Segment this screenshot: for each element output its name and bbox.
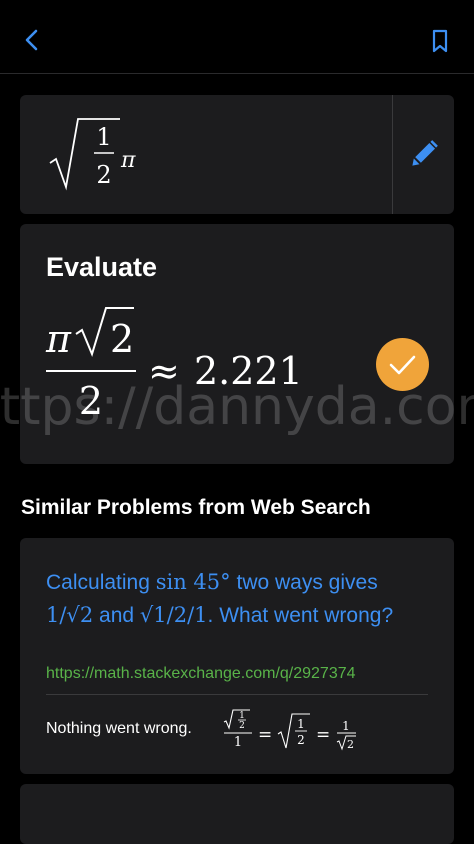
bookmark-icon[interactable] (428, 28, 452, 54)
result-url[interactable]: https://math.stackexchange.com/q/2927374 (46, 665, 356, 683)
web-result-card[interactable] (20, 784, 454, 844)
svg-text:=: = (316, 725, 330, 745)
svg-text:2: 2 (297, 733, 305, 747)
top-bar (0, 0, 474, 74)
evaluate-result-card: Evaluate π 2 2 ≈ 2.221 (20, 224, 454, 464)
input-expression[interactable]: 1 2 π (20, 95, 392, 214)
title-text: two ways gives (230, 571, 378, 594)
title-text: and (93, 604, 140, 627)
result-link-title[interactable]: Calculating sin 45° two ways gives 1/√2 … (46, 566, 426, 632)
svg-text:1: 1 (342, 719, 350, 733)
svg-text:=: = (258, 725, 272, 745)
result-radicand: 2 (110, 317, 134, 361)
title-math-root-fraction: √1/2/1 (139, 603, 208, 627)
svg-text:1: 1 (297, 717, 305, 731)
title-math-sin: sin 45° (155, 570, 231, 594)
edit-button[interactable] (393, 95, 454, 214)
result-expression: π 2 2 ≈ 2.221 (45, 307, 303, 423)
web-result-card[interactable]: Calculating sin 45° two ways gives 1/√2 … (20, 538, 454, 774)
title-math-inverse-root: 1/√2 (46, 603, 94, 627)
chevron-left-icon[interactable] (18, 26, 46, 54)
svg-text:2: 2 (347, 738, 354, 751)
snippet-divider (46, 694, 428, 695)
title-text: Calculating (46, 571, 156, 594)
checkmark-icon (389, 355, 416, 375)
result-pi: π (45, 317, 72, 361)
pencil-icon (412, 140, 438, 166)
expression-input-card[interactable]: 1 2 π (20, 95, 454, 214)
result-title: Evaluate (46, 252, 158, 282)
input-fraction-denominator: 2 (96, 161, 111, 189)
input-fraction-numerator: 1 (96, 123, 111, 151)
snippet-text: Nothing went wrong. (46, 720, 192, 737)
verify-button[interactable] (376, 338, 429, 391)
svg-text:1: 1 (234, 735, 242, 750)
similar-problems-title: Similar Problems from Web Search (21, 496, 371, 519)
result-value: 2.221 (194, 349, 303, 393)
result-snippet: Nothing went wrong. 1 2 1 = 1 2 = 1 2 (46, 708, 426, 758)
svg-text:1: 1 (239, 711, 245, 721)
input-pi: π (120, 148, 136, 173)
result-denominator: 2 (79, 379, 103, 423)
approx-symbol: ≈ (148, 349, 180, 393)
title-text: . What went wrong? (207, 604, 394, 627)
snippet-equation: 1 2 1 = 1 2 = 1 2 (223, 709, 356, 751)
svg-text:2: 2 (239, 721, 245, 731)
